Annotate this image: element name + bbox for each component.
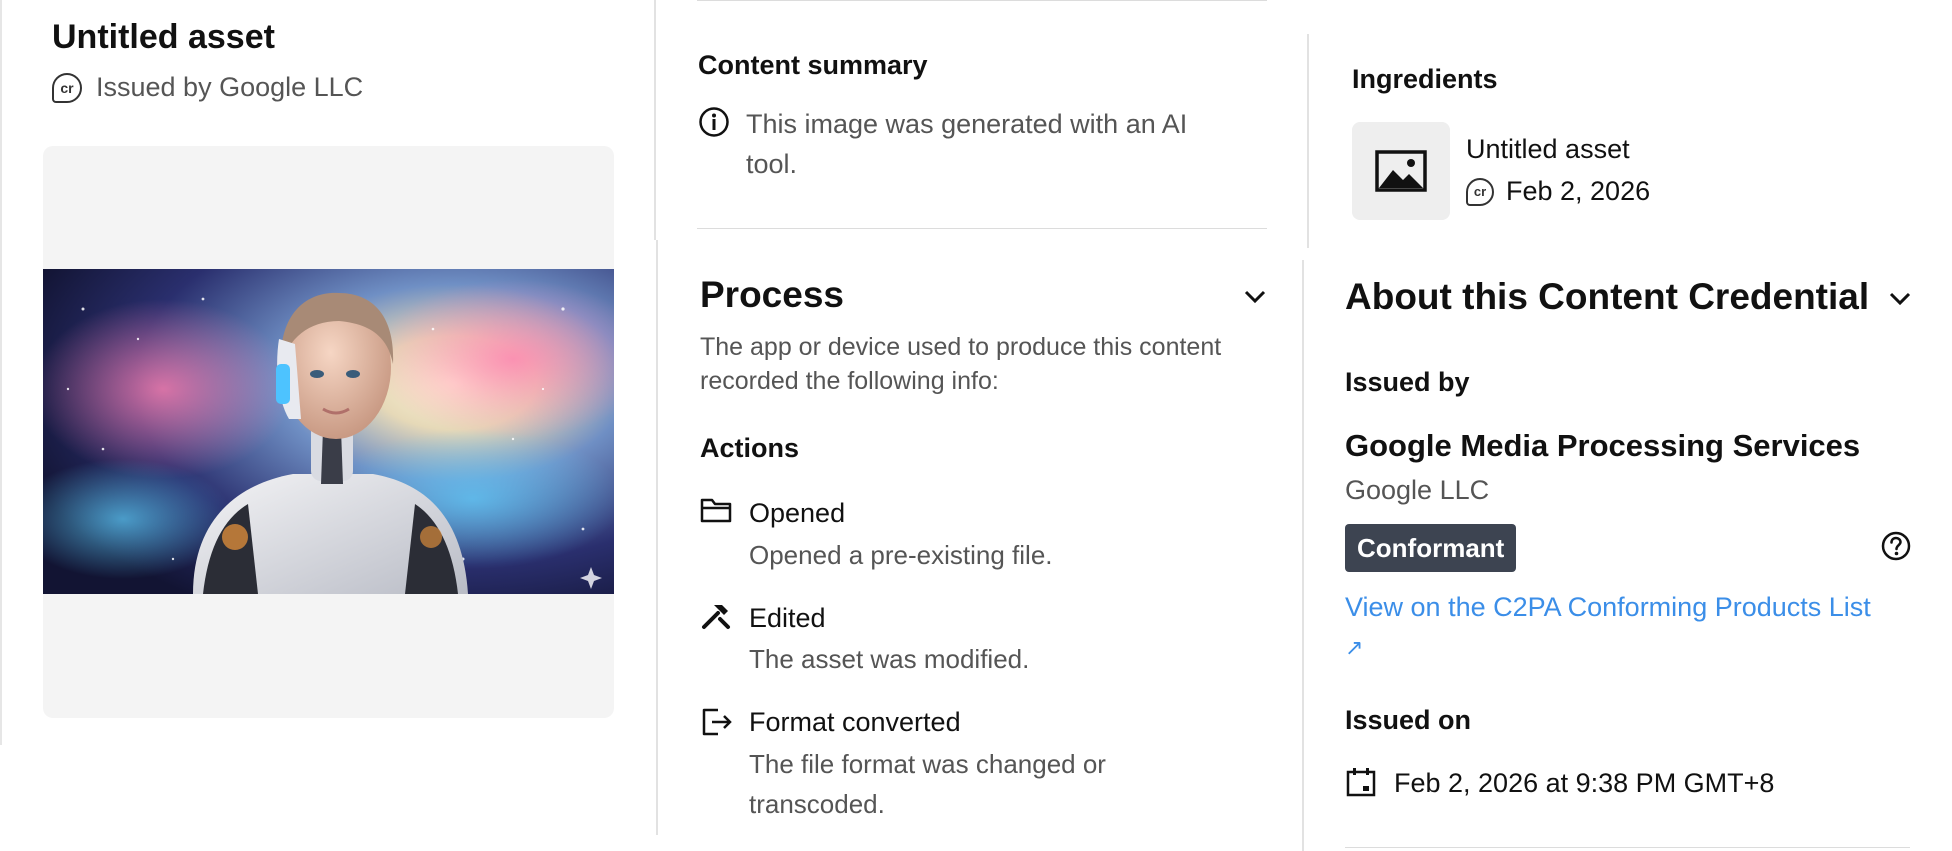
tools-icon [702, 605, 730, 629]
help-icon[interactable] [1880, 530, 1912, 562]
action-desc-opened: Opened a pre-existing file. [749, 540, 1053, 570]
c2pa-link-text: View on the C2PA Conforming Products Lis… [1345, 592, 1871, 622]
folder-icon [700, 498, 732, 523]
about-bottom-divider [1345, 847, 1910, 848]
action-title-edited: Edited [749, 603, 826, 633]
left-edge-divider [0, 0, 2, 745]
c2pa-conforming-products-link[interactable]: View on the C2PA Conforming Products Lis… [1345, 588, 1885, 667]
issued-on-value: Feb 2, 2026 at 9:38 PM GMT+8 [1394, 768, 1775, 798]
issuer-name: Google Media Processing Services [1345, 428, 1861, 463]
external-link-icon: ↗ [1345, 635, 1364, 660]
left-middle-divider [654, 0, 656, 240]
action-desc-edited: The asset was modified. [749, 644, 1030, 674]
asset-preview-card[interactable] [43, 146, 614, 718]
ingredients-heading: Ingredients [1352, 64, 1498, 94]
left-middle-divider-lower [656, 240, 658, 835]
asset-issuer-label: Issued by Google LLC [96, 72, 364, 102]
ingredient-title[interactable]: Untitled asset [1466, 134, 1630, 165]
process-description: The app or device used to produce this c… [700, 333, 1222, 395]
conformant-badge: Conformant [1345, 524, 1517, 572]
action-title-opened: Opened [749, 498, 846, 528]
issued-on-label: Issued on [1345, 705, 1472, 735]
asset-title: Untitled asset [52, 18, 275, 56]
asset-preview-image [43, 269, 614, 594]
export-icon [702, 708, 732, 736]
about-heading: About this Content Credential [1345, 276, 1870, 317]
ingredient-date: Feb 2, 2026 [1506, 176, 1651, 206]
content-summary-row: This image was generated with an AI tool… [698, 104, 1258, 184]
content-summary-divider [697, 228, 1267, 229]
content-credentials-icon: cr [52, 72, 82, 103]
about-chevron-icon[interactable] [1885, 284, 1915, 314]
middle-top-divider [697, 0, 1267, 1]
process-heading: Process [700, 274, 844, 315]
actions-heading: Actions [700, 433, 800, 463]
middle-right-divider [1307, 34, 1309, 248]
ingredient-date-row: cr Feb 2, 2026 [1466, 176, 1650, 207]
middle-right-divider-lower [1302, 260, 1304, 851]
process-chevron-icon[interactable] [1240, 282, 1270, 312]
action-desc-format-converted: The file format was changed or transcode… [749, 749, 1106, 819]
content-summary-text: This image was generated with an AI tool… [746, 109, 1188, 179]
ingredient-thumbnail[interactable] [1352, 122, 1450, 220]
calendar-icon [1346, 768, 1376, 797]
asset-issuer: cr Issued by Google LLC [52, 72, 363, 103]
info-icon [699, 107, 729, 137]
action-title-format-converted: Format converted [749, 707, 961, 737]
image-icon [1375, 150, 1427, 192]
content-credentials-icon: cr [1466, 177, 1494, 206]
issued-by-label: Issued by [1345, 367, 1470, 397]
content-summary-heading: Content summary [698, 50, 928, 80]
issuer-org: Google LLC [1345, 475, 1490, 505]
